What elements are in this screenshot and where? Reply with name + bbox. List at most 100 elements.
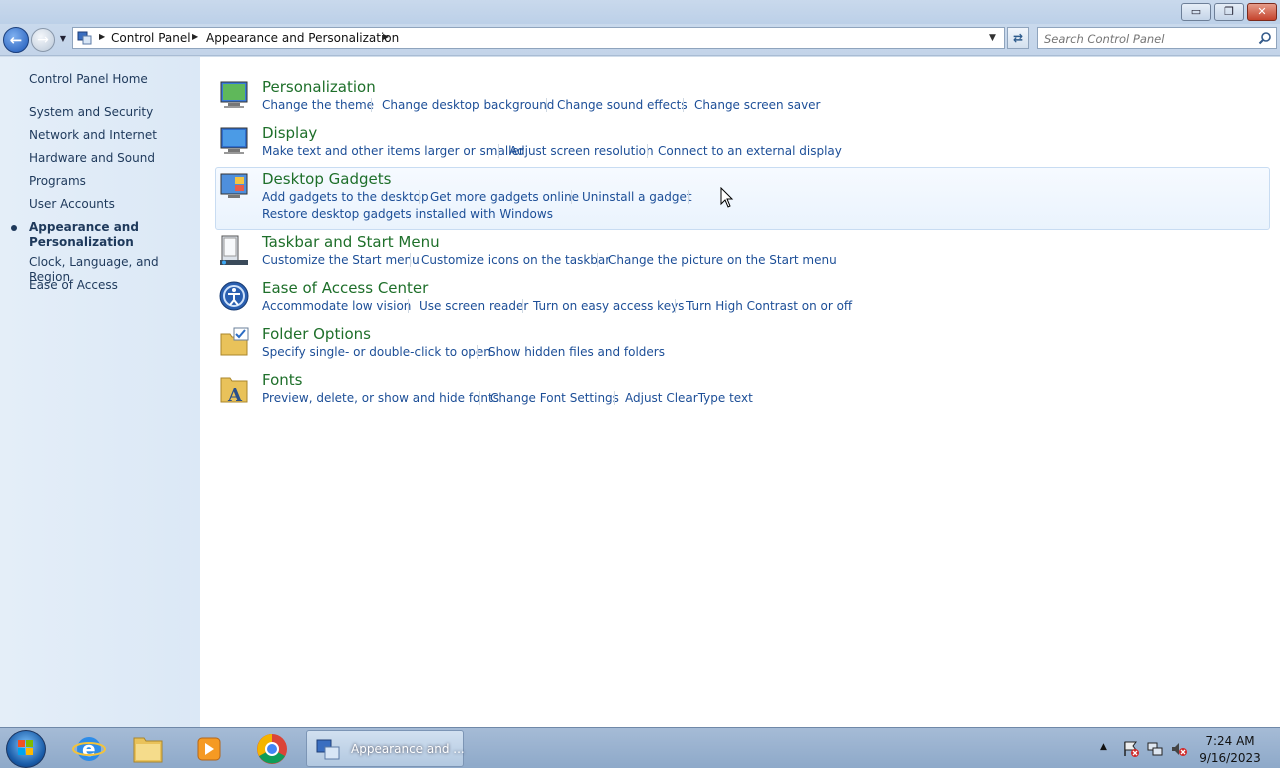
link-show-hidden-files[interactable]: Show hidden files and folders <box>488 345 665 359</box>
address-bar[interactable]: ▶ Control Panel ▶ Appearance and Persona… <box>72 27 1005 49</box>
link-separator <box>498 144 499 158</box>
link-separator <box>571 190 572 204</box>
forward-button[interactable]: → <box>31 28 55 52</box>
start-button[interactable] <box>6 730 46 768</box>
link-separator <box>477 345 478 359</box>
link-change-theme[interactable]: Change the theme <box>262 98 374 112</box>
link-get-more-gadgets[interactable]: Get more gadgets online <box>430 190 579 204</box>
refresh-icon: ⇄ <box>1012 31 1024 45</box>
category-title[interactable]: Desktop Gadgets <box>262 170 391 188</box>
link-change-desktop-background[interactable]: Change desktop background <box>382 98 554 112</box>
search-box[interactable] <box>1037 27 1277 49</box>
gadgets-icon[interactable] <box>218 171 250 203</box>
back-button[interactable]: ← <box>3 27 29 53</box>
refresh-button[interactable]: ⇄ <box>1007 27 1029 49</box>
nav-system-and-security[interactable]: System and Security <box>29 105 153 120</box>
svg-text:A: A <box>227 385 243 404</box>
link-single-double-click[interactable]: Specify single- or double-click to open <box>262 345 491 359</box>
minimize-button[interactable]: ▭ <box>1181 3 1211 21</box>
close-button[interactable]: ✕ <box>1247 3 1277 21</box>
windows-logo-icon <box>18 740 33 755</box>
link-high-contrast[interactable]: Turn High Contrast on or off <box>686 299 852 313</box>
link-customize-start-menu[interactable]: Customize the Start menu <box>262 253 420 267</box>
link-separator <box>408 299 409 313</box>
breadcrumb-appearance[interactable]: Appearance and Personalization <box>206 31 399 45</box>
media-player-icon <box>197 737 221 761</box>
ease-of-access-icon[interactable] <box>218 280 250 312</box>
forward-arrow-icon: → <box>37 32 49 48</box>
mouse-cursor-icon <box>720 187 734 208</box>
category-title[interactable]: Display <box>262 124 317 142</box>
internet-explorer-icon: e <box>72 737 106 761</box>
taskbar-icon[interactable] <box>218 234 250 266</box>
maximize-button[interactable]: ❐ <box>1214 3 1244 21</box>
network-icon[interactable] <box>1146 740 1164 758</box>
link-separator <box>522 299 523 313</box>
taskbar-media-player[interactable] <box>180 730 236 768</box>
taskbar-internet-explorer[interactable]: e <box>62 730 118 768</box>
breadcrumb-separator-icon[interactable]: ▶ <box>383 32 389 41</box>
nav-programs[interactable]: Programs <box>29 174 86 189</box>
category-title[interactable]: Folder Options <box>262 325 371 343</box>
category-title[interactable]: Ease of Access Center <box>262 279 428 297</box>
display-icon[interactable] <box>218 125 250 157</box>
recent-pages-dropdown[interactable]: ▼ <box>57 34 69 46</box>
breadcrumb-separator-icon[interactable]: ▶ <box>99 32 105 41</box>
address-dropdown-icon[interactable]: ▼ <box>989 33 996 43</box>
link-easy-access-keys[interactable]: Turn on easy access keys <box>533 299 684 313</box>
chrome-icon <box>257 734 287 764</box>
link-add-gadgets[interactable]: Add gadgets to the desktop <box>262 190 429 204</box>
link-restore-gadgets[interactable]: Restore desktop gadgets installed with W… <box>262 207 553 221</box>
link-connect-external-display[interactable]: Connect to an external display <box>658 144 842 158</box>
current-section-bullet-icon <box>11 225 17 231</box>
minimize-icon: ▭ <box>1190 5 1202 18</box>
link-uninstall-gadget[interactable]: Uninstall a gadget <box>582 190 692 204</box>
nav-hardware-and-sound[interactable]: Hardware and Sound <box>29 151 155 166</box>
category-title[interactable]: Personalization <box>262 78 376 96</box>
title-bar: ▭ ❐ ✕ <box>0 0 1280 24</box>
nav-network-and-internet[interactable]: Network and Internet <box>29 128 157 143</box>
taskbar-window-label: Appearance and ... <box>351 742 465 756</box>
link-separator <box>479 391 480 405</box>
clock-time[interactable]: 7:24 AM <box>1200 734 1260 748</box>
category-title[interactable]: Fonts <box>262 371 302 389</box>
taskbar-chrome[interactable] <box>244 730 300 768</box>
svg-text:e: e <box>82 737 96 761</box>
close-icon: ✕ <box>1257 5 1267 18</box>
link-make-text-larger[interactable]: Make text and other items larger or smal… <box>262 144 524 158</box>
volume-muted-icon[interactable] <box>1170 740 1188 758</box>
breadcrumb-control-panel[interactable]: Control Panel <box>111 31 191 45</box>
link-adjust-cleartype[interactable]: Adjust ClearType text <box>625 391 753 405</box>
taskbar-active-window[interactable]: Appearance and ... <box>306 730 465 767</box>
windows-explorer-icon <box>133 737 163 763</box>
link-separator <box>675 299 676 313</box>
link-use-screen-reader[interactable]: Use screen reader <box>419 299 528 313</box>
link-separator <box>683 98 684 112</box>
link-change-font-settings[interactable]: Change Font Settings <box>490 391 619 405</box>
category-title[interactable]: Taskbar and Start Menu <box>262 233 440 251</box>
navigation-bar: ← → ▼ ▶ Control Panel ▶ Appearance and P… <box>0 24 1280 56</box>
breadcrumb-separator-icon[interactable]: ▶ <box>192 32 198 41</box>
nav-user-accounts[interactable]: User Accounts <box>29 197 115 212</box>
link-change-screen-saver[interactable]: Change screen saver <box>694 98 821 112</box>
nav-ease-of-access[interactable]: Ease of Access <box>29 278 118 293</box>
link-change-start-menu-picture[interactable]: Change the picture on the Start menu <box>608 253 837 267</box>
fonts-icon[interactable]: A <box>218 372 250 404</box>
personalization-icon[interactable] <box>218 79 250 111</box>
action-center-icon[interactable] <box>1122 740 1140 758</box>
link-customize-taskbar-icons[interactable]: Customize icons on the taskbar <box>421 253 610 267</box>
nav-appearance-and-personalization[interactable]: Appearance and Personalization <box>29 220 139 250</box>
taskbar: e Appearance and ... ▲ 7:24 AM 9/16/2023 <box>0 727 1280 768</box>
show-hidden-icons-button[interactable]: ▲ <box>1100 742 1107 752</box>
taskbar-windows-explorer[interactable] <box>120 730 176 768</box>
link-adjust-screen-resolution[interactable]: Adjust screen resolution <box>509 144 654 158</box>
control-panel-icon <box>316 739 340 760</box>
link-accommodate-low-vision[interactable]: Accommodate low vision <box>262 299 411 313</box>
folder-options-icon[interactable] <box>218 326 250 358</box>
clock-date[interactable]: 9/16/2023 <box>1198 751 1262 765</box>
search-icon[interactable] <box>1258 31 1272 45</box>
search-input[interactable] <box>1044 31 1254 46</box>
link-change-sound-effects[interactable]: Change sound effects <box>557 98 688 112</box>
nav-control-panel-home[interactable]: Control Panel Home <box>29 72 148 87</box>
link-preview-fonts[interactable]: Preview, delete, or show and hide fonts <box>262 391 499 405</box>
